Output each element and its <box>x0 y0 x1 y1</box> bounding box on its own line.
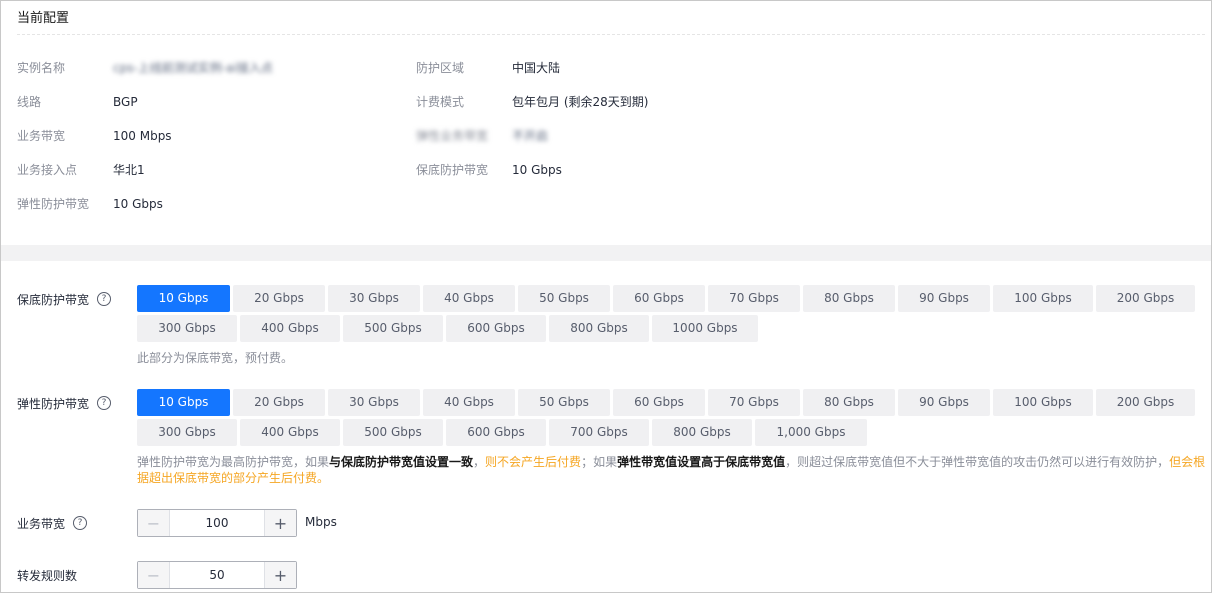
forward-rules-label: 转发规则数 <box>17 566 77 584</box>
option-button[interactable]: 300 Gbps <box>137 315 237 342</box>
help-icon[interactable]: ? <box>97 292 112 306</box>
current-config-title: 当前配置 <box>17 11 70 26</box>
base-protection-options: 10 Gbps 20 Gbps 30 Gbps 40 Gbps 50 Gbps 60 Gb… <box>137 285 1199 345</box>
config-label: 实例名称 <box>17 61 66 75</box>
business-bandwidth-label: 业务带宽 ? <box>17 514 88 532</box>
page-frame: 当前配置 实例名称 cps-上线前测试实例-ai接入点 线路 BGP 业务带宽 … <box>0 0 1212 593</box>
option-button[interactable]: 300 Gbps <box>137 419 237 446</box>
base-protection-label: 保底防护带宽 ? <box>17 290 112 308</box>
business-bandwidth-stepper: − + <box>137 509 297 537</box>
option-button[interactable]: 20 Gbps <box>233 389 325 416</box>
option-button[interactable]: 800 Gbps <box>549 315 649 342</box>
config-label: 计费模式 <box>416 95 465 109</box>
option-button[interactable]: 80 Gbps <box>803 389 895 416</box>
config-value-line: BGP <box>113 95 138 109</box>
option-button[interactable]: 10 Gbps <box>137 285 230 312</box>
hint-text: ， <box>473 455 486 469</box>
config-divider <box>17 34 1205 35</box>
option-button[interactable]: 20 Gbps <box>233 285 325 312</box>
option-button[interactable]: 80 Gbps <box>803 285 895 312</box>
config-label: 弹性业务带宽 <box>416 129 489 143</box>
config-label: 业务带宽 <box>17 129 66 143</box>
help-icon[interactable]: ? <box>73 516 88 530</box>
option-button[interactable]: 600 Gbps <box>446 419 546 446</box>
option-button[interactable]: 200 Gbps <box>1096 285 1195 312</box>
increment-button[interactable]: + <box>264 510 296 536</box>
help-icon[interactable]: ? <box>97 396 112 410</box>
config-label: 弹性防护带宽 <box>17 197 90 211</box>
config-value-instance-name: cps-上线前测试实例-ai接入点 <box>113 61 273 75</box>
option-button[interactable]: 200 Gbps <box>1096 389 1195 416</box>
hint-bold: 弹性带宽值设置高于保底带宽值 <box>617 455 786 469</box>
option-button[interactable]: 60 Gbps <box>613 389 705 416</box>
option-button[interactable]: 600 Gbps <box>446 315 546 342</box>
option-button[interactable]: 400 Gbps <box>240 419 340 446</box>
option-row: 300 Gbps 400 Gbps 500 Gbps 600 Gbps 700 Gbps… <box>137 419 1199 446</box>
config-value-business-bandwidth: 100 Mbps <box>113 129 172 143</box>
config-label: 业务接入点 <box>17 163 78 177</box>
section-separator <box>1 245 1211 261</box>
option-button[interactable]: 100 Gbps <box>993 285 1093 312</box>
option-button[interactable]: 10 Gbps <box>137 389 230 416</box>
config-value-elastic-protection: 10 Gbps <box>113 197 163 211</box>
option-button[interactable]: 400 Gbps <box>240 315 340 342</box>
option-button[interactable]: 500 Gbps <box>343 315 443 342</box>
business-bandwidth-label-text: 业务带宽 <box>17 516 66 531</box>
option-row: 300 Gbps 400 Gbps 500 Gbps 600 Gbps 800 Gbps… <box>137 315 1199 342</box>
base-protection-hint: 此部分为保底带宽，预付费。 <box>137 351 294 365</box>
option-button[interactable]: 500 Gbps <box>343 419 443 446</box>
base-protection-label-text: 保底防护带宽 <box>17 292 90 307</box>
config-value-base-protection: 10 Gbps <box>512 163 562 177</box>
elastic-protection-label-text: 弹性防护带宽 <box>17 396 90 411</box>
business-bandwidth-unit: Mbps <box>305 515 337 529</box>
option-button[interactable]: 700 Gbps <box>549 419 649 446</box>
forward-rules-label-text: 转发规则数 <box>17 568 78 583</box>
config-value-elastic-business: 不开启 <box>512 129 549 143</box>
hint-text: ，则超过保底带宽值但不大于弹性带宽值的攻击仍然可以进行有效防护， <box>785 455 1170 469</box>
option-button[interactable]: 800 Gbps <box>652 419 752 446</box>
config-label: 防护区域 <box>416 61 465 75</box>
option-button[interactable]: 90 Gbps <box>898 389 990 416</box>
option-button[interactable]: 40 Gbps <box>423 285 515 312</box>
option-button[interactable]: 60 Gbps <box>613 285 705 312</box>
elastic-protection-label: 弹性防护带宽 ? <box>17 394 112 412</box>
decrement-button[interactable]: − <box>138 510 170 536</box>
option-button[interactable]: 90 Gbps <box>898 285 990 312</box>
option-button[interactable]: 30 Gbps <box>328 285 420 312</box>
hint-highlight: 则不会产生后付费 <box>485 455 582 469</box>
elastic-protection-options: 10 Gbps 20 Gbps 30 Gbps 40 Gbps 50 Gbps 60 Gb… <box>137 389 1199 449</box>
elastic-protection-hint: 弹性防护带宽为最高防护带宽，如果与保底防护带宽值设置一致，则不会产生后付费；如果… <box>137 454 1209 486</box>
option-button[interactable]: 100 Gbps <box>993 389 1093 416</box>
option-row: 10 Gbps 20 Gbps 30 Gbps 40 Gbps 50 Gbps 60 Gb… <box>137 285 1199 312</box>
option-button[interactable]: 40 Gbps <box>423 389 515 416</box>
forward-rules-stepper: − + <box>137 561 297 589</box>
option-button[interactable]: 70 Gbps <box>708 285 800 312</box>
hint-bold: 与保底防护带宽值设置一致 <box>329 455 474 469</box>
option-button[interactable]: 70 Gbps <box>708 389 800 416</box>
hint-text: ；如果 <box>581 455 618 469</box>
option-button[interactable]: 50 Gbps <box>518 285 610 312</box>
config-label: 保底防护带宽 <box>416 163 489 177</box>
hint-text: 弹性防护带宽为最高防护带宽，如果 <box>137 455 330 469</box>
option-row: 10 Gbps 20 Gbps 30 Gbps 40 Gbps 50 Gbps 60 Gb… <box>137 389 1199 416</box>
option-button[interactable]: 50 Gbps <box>518 389 610 416</box>
option-button[interactable]: 30 Gbps <box>328 389 420 416</box>
option-button[interactable]: 1000 Gbps <box>652 315 758 342</box>
decrement-button[interactable]: − <box>138 562 170 588</box>
config-value-protection-region: 中国大陆 <box>512 61 561 75</box>
option-button[interactable]: 1,000 Gbps <box>755 419 867 446</box>
forward-rules-input[interactable] <box>170 562 264 588</box>
business-bandwidth-input[interactable] <box>170 510 264 536</box>
config-label: 线路 <box>17 95 42 109</box>
config-value-access-point: 华北1 <box>113 163 145 177</box>
increment-button[interactable]: + <box>264 562 296 588</box>
config-value-billing-mode: 包年包月 (剩余28天到期) <box>512 95 649 109</box>
